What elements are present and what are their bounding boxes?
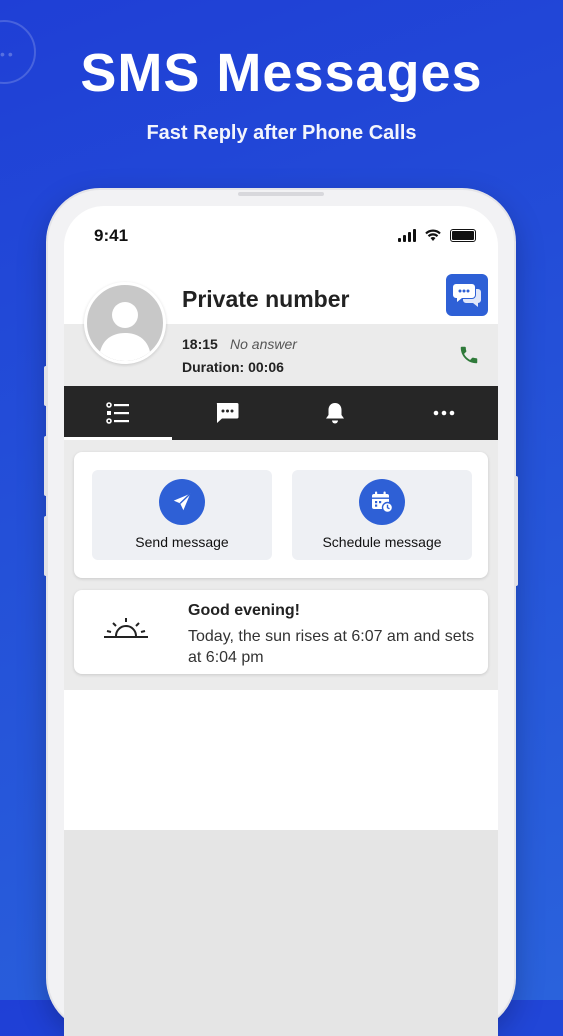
tab-bar — [64, 386, 498, 440]
schedule-message-button[interactable]: Schedule message — [292, 470, 472, 560]
status-bar: 9:41 — [64, 206, 498, 262]
battery-icon — [450, 228, 476, 242]
contact-name: Private number — [182, 286, 350, 312]
phone-call-icon[interactable] — [458, 344, 480, 366]
empty-area — [64, 690, 498, 830]
tab-details[interactable] — [64, 386, 173, 440]
phone-screen: 9:41 Private number 18:15 No answer Dura… — [64, 206, 498, 1036]
tab-reminders[interactable] — [281, 386, 390, 440]
message-icon — [216, 403, 239, 423]
status-icons — [398, 228, 476, 242]
chat-bubbles-icon — [453, 284, 481, 307]
bottom-area — [64, 830, 498, 1036]
status-time: 9:41 — [94, 226, 129, 245]
actions-card: Send message Schedule message — [74, 452, 488, 578]
content-area: Send message Schedule message Good eveni… — [64, 440, 498, 690]
app-chat-badge[interactable] — [446, 274, 488, 316]
calendar-schedule-icon — [372, 491, 394, 514]
list-icon — [106, 402, 130, 424]
send-icon-circle — [159, 479, 205, 525]
call-time: 18:15 — [182, 336, 218, 352]
phone-top-edge — [238, 192, 324, 196]
greeting-text: Today, the sun rises at 6:07 am and sets… — [188, 628, 475, 666]
phone-side-button — [44, 436, 48, 496]
hero-subtitle: Fast Reply after Phone Calls — [146, 122, 417, 144]
phone-side-button — [44, 516, 48, 576]
send-message-label: Send message — [135, 534, 229, 550]
phone-side-button — [514, 476, 518, 586]
sunrise-icon — [104, 618, 148, 638]
tab-more[interactable] — [390, 386, 499, 440]
more-icon — [433, 410, 455, 416]
contact-avatar — [84, 282, 166, 364]
signal-icon — [398, 228, 416, 242]
greeting-title: Good evening! — [188, 602, 300, 619]
schedule-icon-circle — [359, 479, 405, 525]
send-icon — [173, 493, 191, 511]
person-icon — [99, 302, 151, 361]
bell-icon — [326, 403, 345, 424]
hero-title: SMS Messages — [80, 43, 483, 103]
phone-side-button — [44, 366, 48, 406]
greeting-card: Good evening! Today, the sun rises at 6:… — [74, 590, 488, 674]
tab-messages[interactable] — [173, 386, 282, 440]
wifi-icon — [425, 229, 441, 241]
phone-frame: 9:41 Private number 18:15 No answer Dura… — [44, 190, 518, 1036]
call-duration: Duration: 00:06 — [182, 359, 284, 375]
call-status: No answer — [230, 336, 297, 352]
schedule-message-label: Schedule message — [322, 534, 442, 550]
send-message-button[interactable]: Send message — [92, 470, 272, 560]
